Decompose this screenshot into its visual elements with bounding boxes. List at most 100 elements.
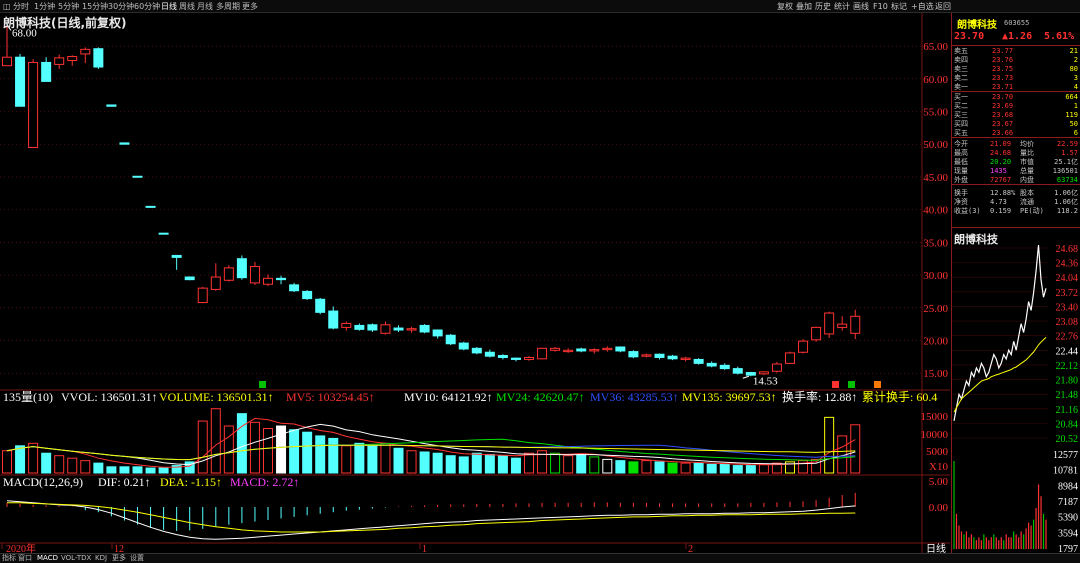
indicator-tab-5[interactable]: 更多 — [112, 554, 126, 563]
toolbar-button-0[interactable]: 复权 — [777, 0, 793, 13]
collapse-icon[interactable]: ◫ — [3, 0, 11, 13]
candle — [850, 315, 861, 334]
candle — [576, 348, 587, 352]
period-tab-1[interactable]: 1分钟 — [34, 0, 55, 13]
period-tab-5[interactable]: 60分钟 — [134, 0, 160, 13]
volume-bar — [223, 425, 234, 474]
bid-volume: 50 — [1069, 120, 1078, 128]
volume-bar — [406, 450, 417, 474]
volume-bar — [315, 435, 326, 474]
volume-bar — [745, 465, 756, 474]
volume-bar — [667, 462, 678, 474]
volume-bar — [563, 455, 574, 474]
candle — [719, 364, 730, 370]
divider — [952, 91, 1080, 92]
event-marker-icon[interactable] — [832, 381, 839, 388]
toolbar-button-7[interactable]: +自选 — [911, 0, 934, 13]
ask-volume: 2 — [1073, 56, 1078, 64]
indicator-tab-4[interactable]: KDJ — [95, 554, 107, 563]
candle — [706, 362, 717, 367]
indicator-tab-2[interactable]: MACD — [37, 554, 58, 563]
volume-header-item: 135量(10) — [3, 390, 53, 404]
volume-bar — [236, 413, 247, 474]
volume-header-item: VVOL: 136501.31↑ — [61, 390, 158, 404]
stat-label: 收益(3) — [954, 207, 981, 215]
indicator-tab-1[interactable]: 窗口 — [18, 554, 32, 563]
intraday-volume-label: 12577 — [1053, 450, 1078, 461]
period-tab-8[interactable]: 月线 — [197, 0, 213, 13]
toolbar-button-5[interactable]: F10 — [873, 0, 888, 13]
candle — [210, 276, 221, 290]
volume-axis-label: X10 — [929, 461, 948, 473]
candle — [615, 346, 626, 352]
candle — [249, 266, 260, 284]
intraday-volume-label: 7187 — [1058, 497, 1078, 508]
volume-ma-line — [6, 423, 856, 466]
toolbar-button-6[interactable]: 标记 — [891, 0, 907, 13]
event-marker-icon[interactable] — [874, 381, 881, 388]
period-tab-6[interactable]: 日线 — [161, 0, 177, 13]
event-marker-icon[interactable] — [848, 381, 855, 388]
indicator-tab-0[interactable]: 指标 — [2, 554, 16, 563]
period-tab-4[interactable]: 30分钟 — [108, 0, 134, 13]
stat-value: 22.59 — [1056, 140, 1078, 148]
toolbar-button-3[interactable]: 统计 — [834, 0, 850, 13]
stat-value: 1.06亿 — [1054, 198, 1078, 206]
candle — [106, 104, 117, 107]
ask-label: 卖四 — [954, 56, 968, 64]
stat-value: 20.20 — [990, 158, 1012, 166]
macd-axis-label: 5.00 — [929, 476, 949, 488]
toolbar-button-1[interactable]: 叠加 — [796, 0, 812, 13]
ask-row: 卖二 23.73 3 — [954, 74, 1078, 83]
volume-bar — [210, 408, 221, 474]
bid-price: 23.69 — [992, 102, 1014, 110]
date-axis-label: 2 — [688, 544, 693, 553]
stat-label: 换手 — [954, 189, 968, 197]
bid-row: 买四 23.67 50 — [954, 120, 1078, 129]
period-tab-2[interactable]: 5分钟 — [58, 0, 79, 13]
toolbar-button-4[interactable]: 画线 — [853, 0, 869, 13]
intraday-price-label: 23.72 — [1056, 288, 1079, 299]
candle — [837, 323, 848, 328]
stat-row: 现量 1435 总量 136501 — [954, 167, 1078, 176]
volume-header-item: MV5: 103254.45↑ — [286, 390, 375, 404]
kline-chart-svg[interactable]: 65.00 60.00 55.00 50.00 45.00 40.00 35.00 30.00… — [0, 13, 950, 555]
period-tab-0[interactable]: 分时 — [13, 0, 29, 13]
intraday-volume-label: 5390 — [1058, 513, 1078, 524]
period-tab-9[interactable]: 多周期 — [216, 0, 240, 13]
volume-bar — [615, 460, 626, 474]
price-axis-label: 25.00 — [923, 303, 948, 315]
volume-bar — [132, 466, 143, 474]
indicator-tab-3[interactable]: VOL-TDX — [61, 554, 91, 563]
toolbar-button-8[interactable]: 返回 — [935, 0, 951, 13]
volume-bar — [850, 424, 861, 474]
price-change: ▲1.26 — [1002, 31, 1033, 42]
price-axis-label: 55.00 — [923, 107, 948, 119]
volume-bar — [419, 451, 430, 474]
macd-header-item: MACD(12,26,9) — [3, 475, 83, 489]
candle — [811, 326, 822, 341]
chart-stock-title: 朗博科技(日线,前复权) — [3, 16, 127, 30]
stat-value: 1.06亿 — [1054, 189, 1078, 197]
stock-terminal-window: ◫ 分时 1分钟 5分钟 15分钟 30分钟 60分钟 日线 周线 月线 多周期 更多 复权 叠加 历史统… — [0, 0, 1080, 563]
indicator-tab-6[interactable]: 设置 — [130, 554, 144, 563]
period-tab-7[interactable]: 周线 — [179, 0, 195, 13]
intraday-chart-svg[interactable]: 24.68 24.36 24.04 23.72 23.40 23.08 22.76 22.44… — [952, 243, 1080, 553]
volume-ma-line — [6, 417, 856, 468]
candle — [341, 322, 352, 328]
ask-row: 卖四 23.76 2 — [954, 56, 1078, 65]
candle — [54, 57, 65, 65]
event-marker-icon[interactable] — [259, 381, 266, 388]
intraday-price-label: 23.08 — [1056, 317, 1079, 328]
volume-bar — [197, 420, 208, 474]
candle — [197, 287, 208, 304]
candle — [628, 351, 639, 358]
intraday-price-label: 22.76 — [1056, 332, 1079, 343]
volume-bar — [706, 463, 717, 474]
period-tab-10[interactable]: 更多 — [242, 0, 258, 13]
volume-bar — [145, 467, 156, 474]
kline-chart-area[interactable]: 65.00 60.00 55.00 50.00 45.00 40.00 35.00 30.00… — [0, 13, 950, 555]
toolbar-button-2[interactable]: 历史 — [815, 0, 831, 13]
period-tab-3[interactable]: 15分钟 — [82, 0, 108, 13]
volume-bar — [341, 445, 352, 474]
